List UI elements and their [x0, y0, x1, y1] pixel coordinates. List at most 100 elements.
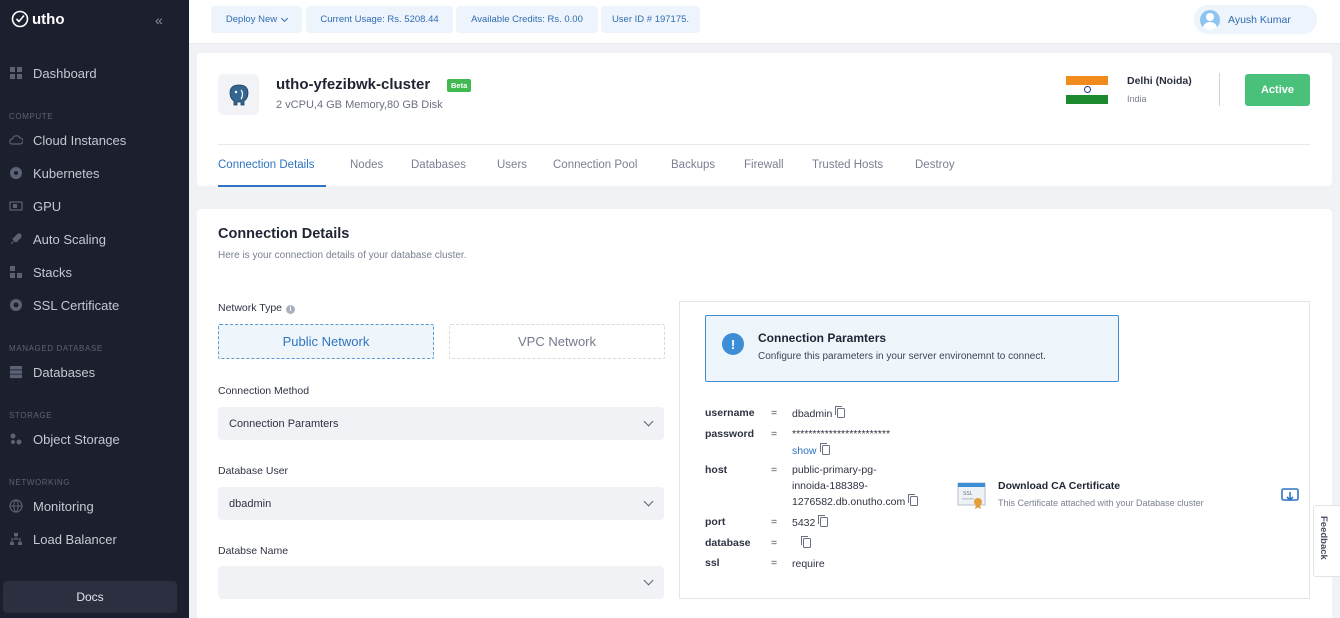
section-storage: STORAGE: [9, 411, 53, 420]
utho-logo[interactable]: utho: [11, 10, 64, 28]
chevron-down-icon: [643, 496, 654, 507]
alert-text: Configure this parameters in your server…: [758, 351, 1046, 362]
sidebar-item-databases[interactable]: Databases: [9, 359, 181, 385]
gpu-icon: [9, 201, 23, 211]
collapse-sidebar-icon[interactable]: «: [155, 12, 163, 28]
tab-trusted-hosts[interactable]: Trusted Hosts: [812, 159, 883, 171]
utho-logo-icon: [11, 10, 29, 28]
public-network-option[interactable]: Public Network: [218, 324, 434, 359]
tab-firewall[interactable]: Firewall: [744, 159, 784, 171]
database-name-select[interactable]: [218, 566, 664, 599]
status-badge: Active: [1245, 74, 1310, 106]
copy-icon[interactable]: [818, 515, 829, 527]
download-ca-certificate-title[interactable]: Download CA Certificate: [998, 480, 1120, 492]
section-compute: COMPUTE: [9, 112, 54, 121]
current-usage-pill[interactable]: Current Usage: Rs. 5208.44: [306, 6, 453, 33]
avatar: [1200, 9, 1220, 30]
copy-icon[interactable]: [908, 494, 919, 506]
user-name: Ayush Kumar: [1228, 13, 1291, 26]
ssl-certificate-icon: [10, 299, 22, 311]
sidebar-item-label: GPU: [33, 198, 62, 214]
sidebar-item-monitoring[interactable]: Monitoring: [9, 493, 181, 519]
sidebar-item-label: Dashboard: [33, 65, 97, 81]
equals-sign: =: [771, 557, 778, 569]
available-credits-pill[interactable]: Available Credits: Rs. 0.00: [456, 6, 598, 33]
feedback-button[interactable]: Feedback: [1313, 505, 1340, 577]
port-value: 5432: [792, 515, 829, 531]
tab-destroy[interactable]: Destroy: [915, 159, 955, 171]
database-icon: [10, 366, 22, 379]
section-managed-database: MANAGED DATABASE: [9, 344, 103, 353]
equals-sign: =: [771, 428, 778, 440]
tab-connection-pool[interactable]: Connection Pool: [553, 159, 637, 171]
cloud-icon: [9, 135, 23, 145]
sidebar: utho « Dashboard COMPUTE Cloud Instances…: [0, 0, 189, 618]
port-key: port: [705, 516, 726, 528]
username-text: dbadmin: [792, 408, 833, 420]
network-type-text: Network Type: [218, 302, 282, 314]
sidebar-item-load-balancer[interactable]: Load Balancer: [9, 526, 181, 552]
connection-details-card: Connection Details Here is your connecti…: [197, 209, 1332, 618]
dashboard-icon: [10, 67, 22, 79]
section-networking: NETWORKING: [9, 478, 71, 487]
connection-method-value: Connection Paramters: [229, 417, 339, 430]
tab-connection-details[interactable]: Connection Details: [218, 159, 315, 171]
sidebar-item-stacks[interactable]: Stacks: [9, 259, 181, 285]
top-bar: Deploy New Current Usage: Rs. 5208.44 Av…: [189, 0, 1340, 44]
ssl-key: ssl: [705, 557, 720, 569]
rocket-icon: [10, 233, 22, 245]
deploy-new-dropdown[interactable]: Deploy New: [211, 6, 302, 33]
tab-backups[interactable]: Backups: [671, 159, 715, 171]
host-line-last: 1276582.db.onutho.com: [792, 494, 919, 510]
sidebar-item-cloud-instances[interactable]: Cloud Instances: [9, 127, 181, 153]
globe-icon: [9, 499, 23, 513]
host-line-text: 1276582.db.onutho.com: [792, 496, 906, 508]
download-icon[interactable]: [1281, 487, 1299, 505]
sidebar-item-auto-scaling[interactable]: Auto Scaling: [9, 226, 181, 252]
sidebar-item-ssl-certificate[interactable]: SSL Certificate: [9, 292, 181, 318]
object-storage-icon: [10, 433, 22, 445]
sidebar-item-kubernetes[interactable]: Kubernetes: [9, 160, 181, 186]
database-value: [798, 536, 811, 552]
section-title: Connection Details: [218, 226, 350, 242]
database-user-label: Database User: [218, 465, 289, 477]
password-key: password: [705, 428, 755, 440]
info-icon[interactable]: i: [286, 305, 295, 314]
host-line: innoida-188389-: [792, 480, 868, 492]
tab-nodes[interactable]: Nodes: [350, 159, 383, 171]
tab-databases[interactable]: Databases: [411, 159, 466, 171]
host-value: public-primary-pg- innoida-188389- 12765…: [792, 462, 919, 510]
tab-users[interactable]: Users: [497, 159, 527, 171]
kubernetes-icon: [10, 167, 22, 179]
certificate-icon: SSL: [957, 482, 986, 509]
sidebar-item-dashboard[interactable]: Dashboard: [9, 60, 181, 86]
equals-sign: =: [771, 464, 778, 476]
connection-method-select[interactable]: Connection Paramters: [218, 407, 664, 440]
sidebar-item-label: Kubernetes: [33, 165, 100, 181]
vpc-network-option[interactable]: VPC Network: [449, 324, 665, 359]
show-password-link[interactable]: show: [792, 443, 830, 457]
load-balancer-icon: [10, 533, 22, 545]
brand-name: utho: [32, 10, 65, 28]
database-user-select[interactable]: dbadmin: [218, 487, 664, 520]
copy-icon[interactable]: [801, 536, 811, 548]
sidebar-item-label: Stacks: [33, 264, 73, 280]
copy-icon[interactable]: [819, 443, 830, 455]
sidebar-item-label: Auto Scaling: [33, 231, 106, 247]
stacks-icon: [10, 266, 22, 278]
database-user-value: dbadmin: [229, 497, 272, 510]
sidebar-item-object-storage[interactable]: Object Storage: [9, 426, 181, 452]
certificate-subtitle: This Certificate attached with your Data…: [998, 498, 1204, 508]
docs-button[interactable]: Docs: [3, 581, 177, 613]
database-name-label: Databse Name: [218, 545, 289, 557]
cluster-name: utho-yfezibwk-cluster: [276, 76, 431, 93]
active-tab-indicator: [218, 185, 326, 187]
deploy-new-label: Deploy New: [225, 14, 278, 25]
username-value: dbadmin: [792, 406, 846, 422]
show-text: show: [792, 445, 817, 457]
equals-sign: =: [771, 407, 778, 419]
user-menu[interactable]: Ayush Kumar: [1194, 5, 1317, 34]
copy-icon[interactable]: [835, 406, 846, 418]
sidebar-item-gpu[interactable]: GPU: [9, 193, 181, 219]
divider: [1219, 73, 1220, 106]
